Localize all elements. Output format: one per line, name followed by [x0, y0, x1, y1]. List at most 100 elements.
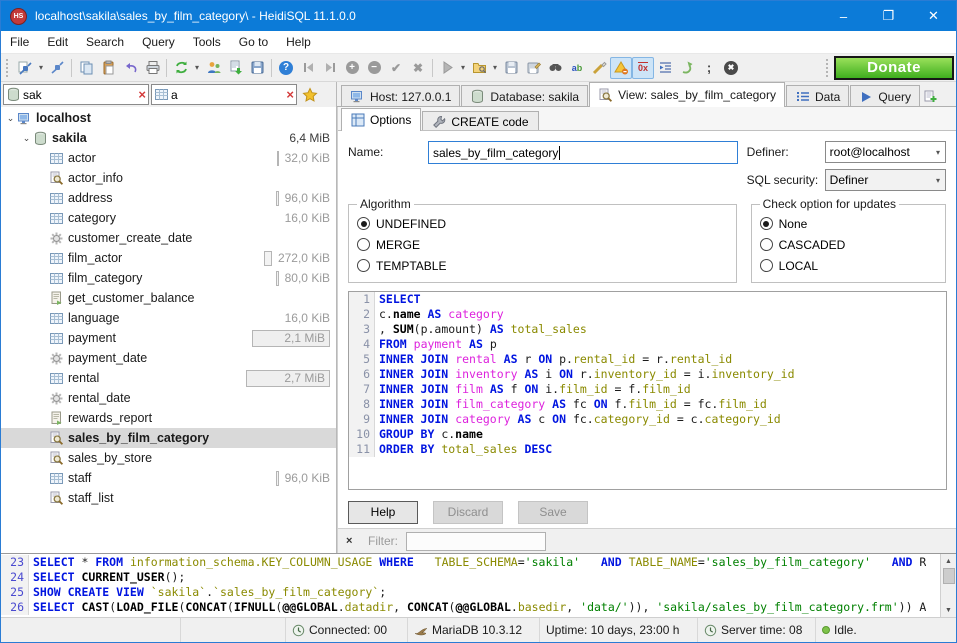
tree-item-category[interactable]: category16,0 KiB: [1, 208, 336, 228]
table-filter[interactable]: ×: [151, 84, 297, 105]
tab-view-sales_by_film_category[interactable]: View: sales_by_film_category: [589, 82, 785, 107]
close-filter-icon[interactable]: ×: [346, 535, 368, 547]
expand-chevron-icon[interactable]: ⌄: [5, 113, 16, 124]
post-changes-icon[interactable]: ✔: [385, 57, 407, 79]
radio-check-option-none[interactable]: None: [760, 213, 937, 234]
menu-query[interactable]: Query: [133, 31, 184, 53]
view-name-field[interactable]: sales_by_film_category: [428, 141, 738, 164]
expand-chevron-icon[interactable]: ⌄: [21, 133, 32, 144]
database-filter-input[interactable]: [21, 87, 138, 103]
delete-record-icon[interactable]: −: [363, 57, 385, 79]
reformat-sql-icon[interactable]: [588, 57, 610, 79]
radio-algorithm-merge[interactable]: MERGE: [357, 234, 728, 255]
delimiter-icon[interactable]: ;: [698, 57, 720, 79]
save-sql-icon[interactable]: [500, 57, 522, 79]
binary-in-hex-icon[interactable]: 0x: [632, 57, 654, 79]
favorites-star-icon[interactable]: [302, 87, 318, 103]
radio-algorithm-temptable[interactable]: TEMPTABLE: [357, 255, 728, 276]
add-record-icon[interactable]: +: [341, 57, 363, 79]
log-scrollbar[interactable]: ▲ ▼: [940, 554, 956, 617]
tree-item-sales_by_film_category[interactable]: sales_by_film_category: [1, 428, 336, 448]
radio-check-option-cascaded[interactable]: CASCADED: [760, 234, 937, 255]
dropdown-caret-icon[interactable]: ▾: [458, 63, 468, 72]
scrollbar-thumb[interactable]: [943, 568, 955, 584]
radio-algorithm-undefined[interactable]: UNDEFINED: [357, 213, 728, 234]
export-tables-icon[interactable]: [224, 57, 246, 79]
tree-item-address[interactable]: address96,0 KiB: [1, 188, 336, 208]
donate-button[interactable]: Donate: [834, 56, 954, 80]
tree-item-rewards_report[interactable]: rewards_report: [1, 408, 336, 428]
tree-item-customer_create_date[interactable]: customer_create_date: [1, 228, 336, 248]
run-query-icon[interactable]: [436, 57, 458, 79]
save-snippet-icon[interactable]: [246, 57, 268, 79]
tree-item-film_actor[interactable]: film_actor272,0 KiB: [1, 248, 336, 268]
menu-tools[interactable]: Tools: [184, 31, 230, 53]
scroll-down-icon[interactable]: ▼: [945, 603, 952, 617]
menu-go-to[interactable]: Go to: [230, 31, 277, 53]
tab-label: Data: [815, 90, 840, 104]
dropdown-caret-icon[interactable]: ▾: [490, 63, 500, 72]
nav-last-icon[interactable]: [319, 57, 341, 79]
undo-icon[interactable]: [119, 57, 141, 79]
indent-icon[interactable]: [654, 57, 676, 79]
load-sql-file-icon[interactable]: [468, 57, 490, 79]
stop-on-errors-icon[interactable]: [610, 57, 632, 79]
tab-database-sakila[interactable]: Database: sakila: [461, 85, 588, 107]
replace-text-icon[interactable]: ab: [566, 57, 588, 79]
tree-item-localhost[interactable]: ⌄localhost: [1, 108, 336, 128]
cancel-editing-icon[interactable]: ✖: [407, 57, 429, 79]
dropdown-caret-icon[interactable]: ▾: [192, 63, 202, 72]
save-sql-as-icon[interactable]: [522, 57, 544, 79]
tree-item-payment[interactable]: payment2,1 MiB: [1, 328, 336, 348]
scroll-up-icon[interactable]: ▲: [945, 554, 952, 568]
tab-query[interactable]: Query: [850, 85, 920, 107]
subtab-create-code[interactable]: CREATE code: [422, 111, 538, 131]
close-button[interactable]: ✕: [911, 1, 956, 31]
refresh-icon[interactable]: [170, 57, 192, 79]
filter-input[interactable]: [406, 532, 546, 551]
tree-item-payment_date[interactable]: payment_date: [1, 348, 336, 368]
disconnect-icon[interactable]: [46, 57, 68, 79]
minimize-button[interactable]: –: [821, 1, 866, 31]
clear-database-filter-icon[interactable]: ×: [138, 88, 146, 101]
tree-item-rental[interactable]: rental2,7 MiB: [1, 368, 336, 388]
session-manager-icon[interactable]: [14, 57, 36, 79]
tree-item-sales_by_store[interactable]: sales_by_store: [1, 448, 336, 468]
tree-item-actor[interactable]: actor32,0 KiB: [1, 148, 336, 168]
table-filter-input[interactable]: [169, 87, 286, 103]
paste-icon[interactable]: [97, 57, 119, 79]
tab-host-127-0-0-1[interactable]: Host: 127.0.0.1: [341, 85, 460, 107]
reconnect-icon[interactable]: [676, 57, 698, 79]
radio-check-option-local[interactable]: LOCAL: [760, 255, 937, 276]
tree-item-sakila[interactable]: ⌄sakila6,4 MiB: [1, 128, 336, 148]
tree-item-film_category[interactable]: film_category80,0 KiB: [1, 268, 336, 288]
user-manager-icon[interactable]: [202, 57, 224, 79]
nav-first-icon[interactable]: [297, 57, 319, 79]
menu-help[interactable]: Help: [277, 31, 320, 53]
subtab-options[interactable]: Options: [341, 108, 421, 131]
sql-source-editor[interactable]: 1SELECT2c.name AS category3, SUM(p.amoun…: [348, 291, 947, 490]
help-button[interactable]: Help: [348, 501, 418, 524]
tree-item-staff_list[interactable]: staff_list: [1, 488, 336, 508]
menu-search[interactable]: Search: [77, 31, 133, 53]
stop-icon[interactable]: ✖: [720, 57, 742, 79]
tree-item-staff[interactable]: staff96,0 KiB: [1, 468, 336, 488]
menu-file[interactable]: File: [1, 31, 38, 53]
dropdown-caret-icon[interactable]: ▾: [36, 63, 46, 72]
find-text-icon[interactable]: [544, 57, 566, 79]
database-filter[interactable]: ×: [3, 84, 149, 105]
copy-icon[interactable]: [75, 57, 97, 79]
print-icon[interactable]: [141, 57, 163, 79]
help-icon[interactable]: ?: [275, 57, 297, 79]
clear-table-filter-icon[interactable]: ×: [286, 88, 294, 101]
tree-item-language[interactable]: language16,0 KiB: [1, 308, 336, 328]
tree-item-actor_info[interactable]: actor_info: [1, 168, 336, 188]
maximize-button[interactable]: ❐: [866, 1, 911, 31]
menu-edit[interactable]: Edit: [38, 31, 77, 53]
tree-item-get_customer_balance[interactable]: get_customer_balance: [1, 288, 336, 308]
tab-data[interactable]: Data: [786, 85, 849, 107]
new-query-tab-button[interactable]: [923, 85, 938, 107]
tree-item-rental_date[interactable]: rental_date: [1, 388, 336, 408]
definer-combobox[interactable]: root@localhost▾: [825, 141, 946, 163]
sql-security-combobox[interactable]: Definer▾: [825, 169, 946, 191]
